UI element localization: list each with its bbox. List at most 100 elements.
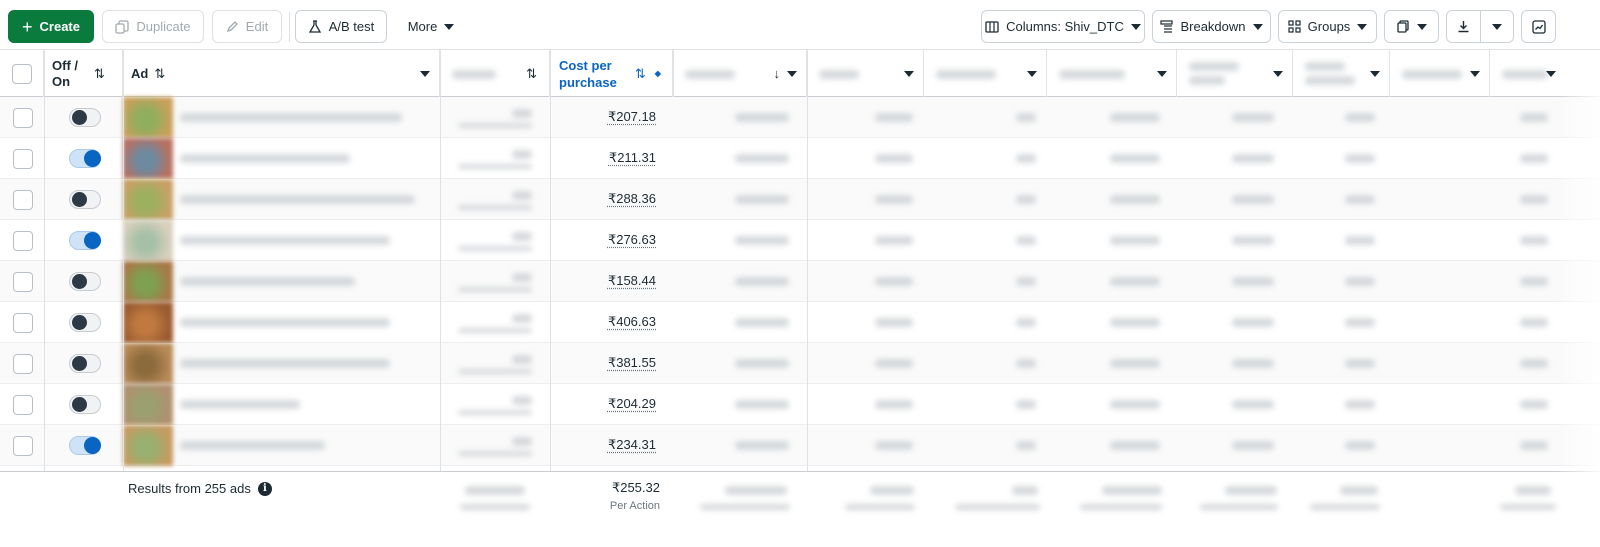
ad-thumbnail[interactable] [123,384,173,425]
row-checkbox[interactable] [13,395,33,415]
ad-name-blurred[interactable] [180,359,390,368]
row-checkbox[interactable] [13,149,33,169]
chevron-down-icon[interactable] [904,71,914,77]
ad-name-blurred[interactable] [180,154,350,163]
sort-icon[interactable]: ⇅ [635,65,646,82]
ad-thumbnail[interactable] [123,261,173,302]
column-header-blurred[interactable]: ↓ [673,50,807,97]
cost-per-purchase-value[interactable]: ₹381.55 [536,355,656,371]
table-row[interactable]: ₹406.63 [0,302,1600,343]
breakdown-button[interactable]: Breakdown [1152,10,1271,43]
on-label: On [52,73,71,89]
table-row[interactable]: ₹211.31 [0,138,1600,179]
row-checkbox[interactable] [13,108,33,128]
off-on-header[interactable]: Off / On ⇅ [44,50,123,97]
export-button[interactable] [1446,10,1481,43]
cost-per-purchase-value[interactable]: ₹234.31 [536,437,656,453]
ad-name-blurred[interactable] [180,277,355,286]
horizontal-scroll-edge[interactable] [1556,50,1600,547]
column-header-blurred[interactable] [1047,50,1177,97]
row-checkbox[interactable] [13,272,33,292]
ad-name-blurred[interactable] [180,318,390,327]
row-checkbox[interactable] [13,313,33,333]
ad-thumbnail[interactable] [123,302,173,343]
cost-per-purchase-value[interactable]: ₹204.29 [536,396,656,412]
sort-icon[interactable]: ⇅ [526,66,537,82]
table-row[interactable]: ₹207.18 [0,97,1600,138]
ad-name-blurred[interactable] [180,113,402,122]
blurred-total [1102,486,1162,495]
info-icon[interactable]: i [257,481,272,496]
column-header-blurred[interactable] [924,50,1047,97]
toggle-knob [72,274,87,289]
table-row[interactable]: ₹381.55 [0,343,1600,384]
cost-per-purchase-value[interactable]: ₹406.63 [536,314,656,330]
row-checkbox[interactable] [13,231,33,251]
column-header-blurred[interactable] [1390,50,1490,97]
duplicate-label: Duplicate [136,19,191,34]
ad-thumbnail[interactable] [123,179,173,220]
ad-name-blurred[interactable] [180,441,325,450]
column-header-blurred[interactable] [1293,50,1390,97]
edit-button[interactable]: Edit [212,10,282,43]
chevron-down-icon[interactable] [1027,71,1037,77]
chevron-down-icon[interactable] [420,71,430,77]
row-checkbox[interactable] [13,436,33,456]
ad-status-toggle[interactable] [69,190,101,209]
reports-button[interactable] [1384,10,1439,43]
ad-thumbnail[interactable] [123,343,173,384]
ad-thumbnail[interactable] [123,97,173,138]
table-row[interactable]: ₹234.31 [0,425,1600,466]
charts-button[interactable] [1521,10,1556,43]
cost-per-purchase-value[interactable]: ₹207.18 [536,109,656,125]
ad-name-blurred[interactable] [180,400,300,409]
ad-status-toggle[interactable] [69,272,101,291]
chevron-down-icon[interactable] [1157,71,1167,77]
sort-icon[interactable]: ⇅ [94,66,105,82]
ad-status-toggle[interactable] [69,436,101,455]
export-dropdown-button[interactable] [1480,10,1514,43]
sort-desc-icon[interactable]: ↓ [774,66,781,81]
cell-blurred [875,318,913,327]
ad-name-blurred[interactable] [180,236,390,245]
ad-status-toggle[interactable] [69,354,101,373]
row-checkbox[interactable] [13,354,33,374]
ad-status-toggle[interactable] [69,108,101,127]
row-checkbox[interactable] [13,190,33,210]
ad-thumbnail[interactable] [123,425,173,466]
cost-per-purchase-value[interactable]: ₹211.31 [536,150,656,166]
table-row[interactable]: ₹158.44 [0,261,1600,302]
ad-name-header[interactable]: Ad ⇅ [123,50,440,97]
ad-name-blurred[interactable] [180,195,415,204]
groups-button[interactable]: Groups [1278,10,1377,43]
table-row[interactable]: ₹204.29 [0,384,1600,425]
cost-per-purchase-value[interactable]: ₹288.36 [536,191,656,207]
columns-button[interactable]: Columns: Shiv_DTC [981,10,1145,43]
chevron-down-icon[interactable] [1546,71,1556,77]
select-all-checkbox[interactable] [11,63,32,84]
ad-status-toggle[interactable] [69,231,101,250]
sort-icon[interactable]: ⇅ [154,66,165,82]
cell-blurred [735,359,789,368]
cost-per-purchase-value[interactable]: ₹158.44 [536,273,656,289]
ad-status-toggle[interactable] [69,395,101,414]
ab-test-button[interactable]: A/B test [295,10,387,43]
chevron-down-icon[interactable] [1470,71,1480,77]
create-button[interactable]: + Create [8,10,94,43]
chevron-down-icon[interactable] [1273,71,1283,77]
cost-per-purchase-header[interactable]: Cost per purchase ⇅ ◆ [550,50,673,97]
chevron-down-icon[interactable] [787,71,797,77]
ad-status-toggle[interactable] [69,149,101,168]
results-header[interactable]: ⇅ [440,50,550,97]
more-button[interactable]: More [395,10,467,43]
ad-thumbnail[interactable] [123,220,173,261]
chevron-down-icon[interactable] [1370,71,1380,77]
column-header-blurred[interactable] [807,50,924,97]
ad-thumbnail[interactable] [123,138,173,179]
ad-status-toggle[interactable] [69,313,101,332]
column-header-blurred[interactable] [1177,50,1293,97]
duplicate-button[interactable]: Duplicate [102,10,204,43]
cost-per-purchase-value[interactable]: ₹276.63 [536,232,656,248]
table-row[interactable]: ₹288.36 [0,179,1600,220]
table-row[interactable]: ₹276.63 [0,220,1600,261]
